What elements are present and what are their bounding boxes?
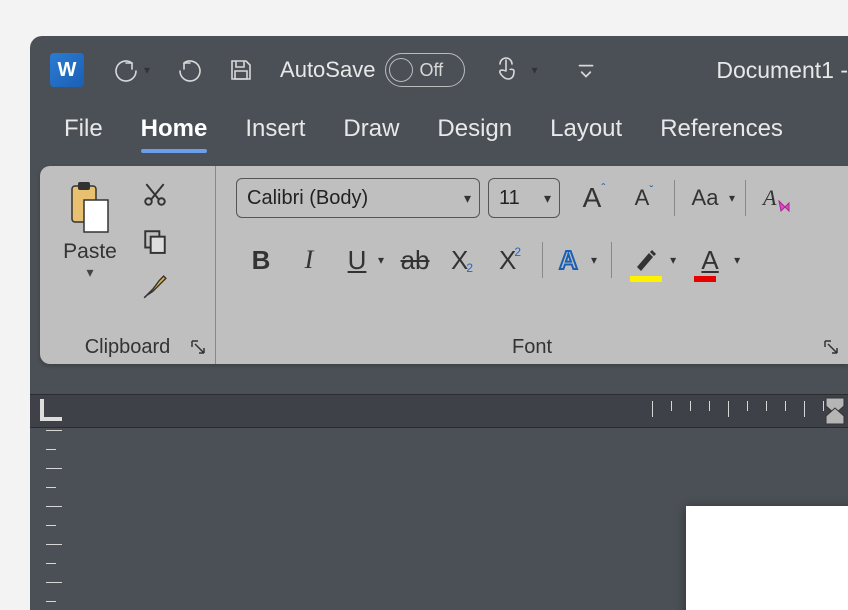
touch-icon	[493, 57, 519, 83]
chevron-down-icon: ▾	[729, 191, 735, 205]
save-button[interactable]	[220, 50, 262, 90]
chevron-down-icon: ▾	[531, 63, 537, 77]
chevron-down-icon: ▾	[670, 253, 676, 267]
copy-button[interactable]	[136, 222, 174, 260]
svg-text:A: A	[761, 185, 777, 210]
chevron-down-icon: ▾	[544, 190, 551, 207]
redo-icon	[176, 57, 202, 83]
chevron-down-icon: ▾	[144, 63, 150, 77]
horizontal-ruler[interactable]	[652, 401, 824, 421]
shrink-font-icon: A	[635, 185, 650, 211]
document-area[interactable]	[78, 428, 848, 610]
tab-design[interactable]: Design	[437, 115, 512, 149]
title-bar: W ▾ AutoSave Off ▾ Document1 -	[30, 36, 848, 104]
save-icon	[228, 57, 254, 83]
chevron-down-icon: ▾	[734, 253, 740, 267]
tab-references[interactable]: References	[660, 115, 783, 149]
customize-qat-button[interactable]	[565, 50, 607, 90]
word-window: W ▾ AutoSave Off ▾ Document1 -	[30, 36, 848, 610]
tab-file[interactable]: File	[64, 115, 103, 149]
undo-button[interactable]: ▾	[106, 50, 158, 90]
grow-font-icon: A	[583, 182, 602, 214]
group-font: Calibri (Body) ▾ 11 ▾ Aˆ Aˇ	[216, 166, 848, 364]
subscript-button[interactable]: X2	[446, 240, 480, 280]
italic-button[interactable]: I	[292, 240, 326, 280]
paste-icon	[66, 180, 114, 240]
chevron-down-icon: ▾	[86, 264, 93, 281]
font-color-swatch	[694, 276, 716, 282]
separator	[542, 242, 543, 278]
change-case-icon: Aa	[685, 178, 725, 218]
highlight-color-swatch	[630, 276, 662, 282]
separator	[611, 242, 612, 278]
format-painter-button[interactable]	[136, 268, 174, 306]
autosave-label: AutoSave	[280, 57, 375, 83]
ruler-area	[30, 394, 848, 428]
separator	[745, 180, 746, 216]
chevron-down-icon: ▾	[591, 253, 597, 267]
font-name-combo[interactable]: Calibri (Body) ▾	[236, 178, 480, 218]
text-effects-icon: A	[557, 245, 587, 275]
document-title: Document1 -	[716, 57, 848, 84]
paste-label: Paste	[63, 240, 117, 264]
change-case-button[interactable]: Aa ▾	[685, 178, 735, 218]
font-size-combo[interactable]: 11 ▾	[488, 178, 560, 218]
shrink-font-button[interactable]: Aˇ	[624, 178, 664, 218]
highlight-icon	[626, 240, 666, 280]
font-color-icon: A	[690, 240, 730, 280]
ribbon-tabs: File Home Insert Draw Design Layout Refe…	[30, 104, 848, 160]
dialog-launcher-icon	[822, 338, 840, 356]
copy-icon	[142, 228, 168, 254]
text-effects-button[interactable]: A ▾	[557, 245, 597, 275]
clear-formatting-icon: A	[761, 183, 791, 213]
tab-home[interactable]: Home	[141, 115, 208, 149]
document-page[interactable]	[686, 506, 848, 610]
font-name-value: Calibri (Body)	[247, 187, 368, 210]
redo-button[interactable]	[168, 50, 210, 90]
superscript-button[interactable]: X2	[494, 240, 528, 280]
indent-marker[interactable]	[822, 396, 848, 431]
ribbon: Paste ▾ Clipboard	[40, 166, 848, 364]
clear-formatting-button[interactable]: A	[756, 178, 796, 218]
tab-draw[interactable]: Draw	[343, 115, 399, 149]
highlight-color-button[interactable]: ▾	[626, 240, 676, 280]
strikethrough-button[interactable]: ab	[398, 240, 432, 280]
font-launcher[interactable]	[822, 338, 842, 358]
chevron-down-icon: ▾	[378, 253, 384, 267]
touch-mode-button[interactable]: ▾	[485, 50, 545, 90]
paste-button[interactable]: Paste ▾	[50, 176, 130, 281]
tab-layout[interactable]: Layout	[550, 115, 622, 149]
svg-text:A: A	[559, 245, 578, 275]
grow-font-button[interactable]: Aˆ	[574, 178, 614, 218]
dialog-launcher-icon	[189, 338, 207, 356]
underline-icon: U	[340, 240, 374, 280]
ruler-corner-icon	[40, 399, 62, 421]
font-size-value: 11	[499, 187, 520, 210]
vertical-ruler[interactable]	[46, 430, 62, 602]
group-label-font: Font	[216, 330, 848, 364]
toggle-knob	[389, 58, 413, 82]
underline-button[interactable]: U ▾	[340, 240, 384, 280]
group-clipboard: Paste ▾ Clipboard	[40, 166, 215, 364]
clipboard-launcher[interactable]	[189, 338, 209, 358]
overflow-icon	[573, 57, 599, 83]
word-app-icon: W	[50, 53, 84, 87]
tab-insert[interactable]: Insert	[245, 115, 305, 149]
font-color-button[interactable]: A ▾	[690, 240, 740, 280]
autosave-state: Off	[419, 60, 443, 81]
bold-button[interactable]: B	[244, 240, 278, 280]
autosave-toggle-container: AutoSave Off	[280, 53, 465, 87]
autosave-toggle[interactable]: Off	[385, 53, 465, 87]
chevron-down-icon: ▾	[464, 190, 471, 207]
separator	[674, 180, 675, 216]
undo-icon	[114, 57, 140, 83]
scissors-icon	[142, 182, 168, 208]
cut-button[interactable]	[136, 176, 174, 214]
paintbrush-icon	[142, 274, 168, 300]
